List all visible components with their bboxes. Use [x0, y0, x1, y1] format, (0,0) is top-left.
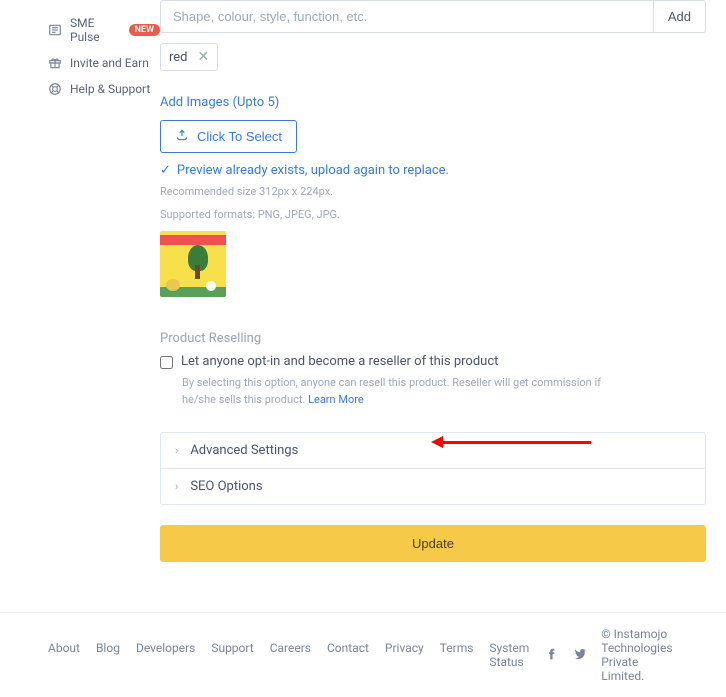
reseller-checkbox[interactable] [160, 356, 173, 369]
tag-chip: red ✕ [160, 43, 218, 71]
reseller-hint: By selecting this option, anyone can res… [182, 375, 602, 408]
image-size-hint: Recommended size 312px x 224px. [160, 184, 706, 201]
image-format-hint: Supported formats: PNG, JPEG, JPG. [160, 207, 706, 224]
lifebuoy-icon [48, 82, 62, 96]
gift-icon [48, 56, 62, 70]
upload-icon [175, 128, 189, 145]
footer-link-developers[interactable]: Developers [136, 641, 195, 669]
accordion: › Advanced Settings › SEO Options [160, 432, 706, 505]
facebook-icon[interactable] [545, 647, 559, 664]
new-badge: NEW [129, 24, 160, 36]
footer-right: © Instamojo Technologies Private Limited… [545, 627, 678, 683]
click-to-select-button[interactable]: Click To Select [160, 120, 297, 153]
image-thumbnail[interactable] [160, 231, 226, 297]
main-content: Add red ✕ Add Images (Upto 5) Click To S… [160, 0, 726, 582]
footer-link-terms[interactable]: Terms [440, 641, 474, 669]
reseller-checkbox-label: Let anyone opt-in and become a reseller … [181, 354, 498, 369]
remove-tag-icon[interactable]: ✕ [198, 49, 210, 65]
seo-options-toggle[interactable]: › SEO Options [161, 468, 705, 504]
footer-link-contact[interactable]: Contact [327, 641, 369, 669]
check-icon: ✓ [160, 163, 171, 178]
sidebar-item-help[interactable]: Help & Support [48, 76, 160, 102]
sidebar-item-invite[interactable]: Invite and Earn [48, 50, 160, 76]
sidebar-item-label: Invite and Earn [70, 56, 149, 70]
preview-exists-note: ✓ Preview already exists, upload again t… [160, 163, 706, 178]
chevron-right-icon: › [175, 444, 178, 457]
sidebar-item-label: SME Pulse [70, 16, 121, 44]
accordion-label: SEO Options [190, 479, 262, 494]
sidebar-item-label: Help & Support [70, 82, 150, 96]
advanced-settings-toggle[interactable]: › Advanced Settings [161, 433, 705, 468]
add-tag-button[interactable]: Add [654, 0, 706, 33]
reseller-checkbox-row: Let anyone opt-in and become a reseller … [160, 354, 706, 369]
footer-link-careers[interactable]: Careers [270, 641, 311, 669]
footer-link-blog[interactable]: Blog [96, 641, 120, 669]
footer: About Blog Developers Support Careers Co… [0, 612, 726, 697]
product-reselling-heading: Product Reselling [160, 331, 706, 346]
newspaper-icon [48, 23, 62, 37]
footer-copyright: © Instamojo Technologies Private Limited… [601, 627, 678, 683]
chevron-right-icon: › [175, 480, 178, 493]
sidebar: SME Pulse NEW Invite and Earn Help & Sup… [0, 0, 160, 582]
footer-link-support[interactable]: Support [211, 641, 253, 669]
sidebar-item-sme-pulse[interactable]: SME Pulse NEW [48, 10, 160, 50]
tag-input-row: Add [160, 0, 706, 33]
accordion-label: Advanced Settings [190, 443, 298, 458]
tag-chip-label: red [169, 50, 188, 65]
footer-link-status[interactable]: System Status [489, 641, 529, 669]
tag-input[interactable] [160, 0, 654, 33]
twitter-icon[interactable] [573, 647, 587, 664]
select-button-label: Click To Select [197, 129, 282, 144]
footer-links: About Blog Developers Support Careers Co… [48, 641, 529, 669]
add-images-heading: Add Images (Upto 5) [160, 95, 706, 110]
update-button[interactable]: Update [160, 525, 706, 562]
footer-link-privacy[interactable]: Privacy [385, 641, 424, 669]
footer-link-about[interactable]: About [48, 641, 80, 669]
learn-more-link[interactable]: Learn More [308, 393, 364, 406]
